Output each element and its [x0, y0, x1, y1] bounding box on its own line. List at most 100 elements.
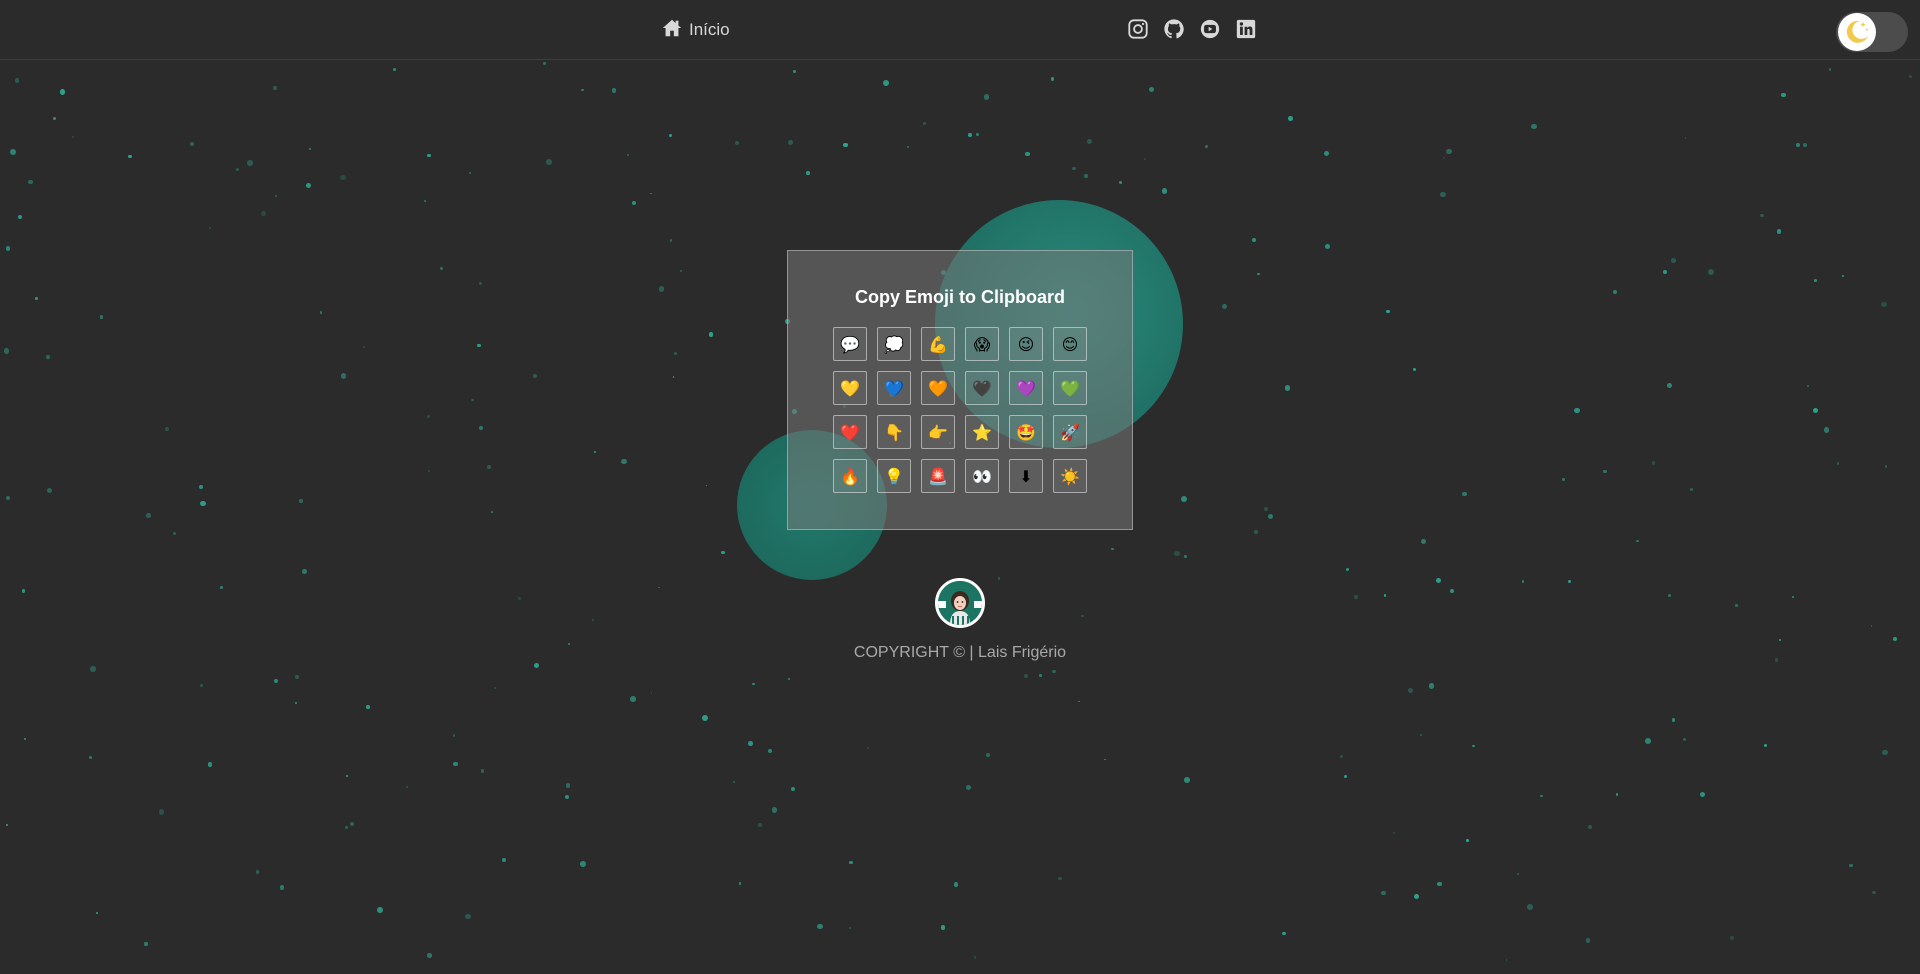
star-dot — [46, 487, 52, 493]
star-dot — [771, 807, 778, 813]
linkedin-link[interactable] — [1235, 18, 1257, 40]
star-dot — [1050, 77, 1055, 81]
github-link[interactable] — [1163, 18, 1185, 40]
star-dot — [59, 89, 65, 95]
star-dot — [1842, 274, 1845, 278]
star-dot — [299, 498, 303, 503]
star-dot — [200, 500, 207, 507]
card-title: Copy Emoji to Clipboard — [855, 287, 1065, 307]
emoji-button[interactable]: 😉 — [1009, 327, 1043, 361]
star-dot — [427, 953, 432, 958]
star-dot — [294, 674, 300, 680]
star-dot — [219, 586, 224, 590]
star-dot — [1119, 181, 1123, 185]
star-dot — [1763, 744, 1767, 748]
star-dot — [1024, 674, 1028, 678]
star-dot — [968, 133, 972, 137]
star-dot — [255, 870, 260, 875]
star-dot — [306, 182, 312, 188]
emoji-button[interactable]: 🚨 — [921, 459, 955, 493]
star-dot — [545, 159, 552, 166]
instagram-link[interactable] — [1127, 18, 1149, 40]
star-dot — [1343, 774, 1348, 779]
star-dot — [621, 458, 628, 465]
emoji-button[interactable]: 💡 — [877, 459, 911, 493]
star-dot — [405, 785, 408, 788]
star-dot — [320, 311, 323, 314]
star-dot — [1084, 174, 1089, 179]
emoji-button[interactable]: 👇 — [877, 415, 911, 449]
star-dot — [377, 907, 383, 913]
star-dot — [95, 911, 99, 915]
emoji-button[interactable]: 🔥 — [833, 459, 867, 493]
star-dot — [592, 619, 594, 621]
star-dot — [734, 140, 739, 146]
star-dot — [752, 682, 755, 686]
star-dot — [1645, 738, 1651, 745]
star-dot — [366, 704, 371, 709]
star-dot — [1025, 151, 1030, 157]
emoji-button[interactable]: 💚 — [1053, 371, 1087, 405]
star-dot — [1268, 514, 1274, 520]
star-dot — [209, 227, 212, 230]
star-dot — [1880, 301, 1887, 308]
emoji-button[interactable]: ⭐ — [965, 415, 999, 449]
star-dot — [207, 761, 213, 767]
star-dot — [1651, 461, 1656, 465]
star-dot — [3, 347, 10, 354]
star-dot — [52, 116, 56, 120]
toggle-knob — [1838, 13, 1876, 51]
emoji-button[interactable]: ❤️ — [833, 415, 867, 449]
star-dot — [732, 780, 736, 783]
youtube-link[interactable] — [1199, 18, 1221, 40]
star-dot — [1823, 427, 1830, 433]
star-dot — [1505, 959, 1508, 961]
emoji-button[interactable]: 💛 — [833, 371, 867, 405]
star-dot — [1325, 244, 1331, 250]
star-dot — [1143, 157, 1146, 160]
star-dot — [345, 775, 348, 778]
star-dot — [1539, 794, 1543, 798]
star-dot — [479, 281, 483, 285]
star-dot — [5, 823, 8, 826]
emoji-button[interactable]: 🤩 — [1009, 415, 1043, 449]
star-dot — [1077, 700, 1080, 703]
star-dot — [452, 734, 456, 738]
linkedin-icon — [1236, 19, 1256, 39]
moon-icon — [1846, 20, 1869, 43]
star-dot — [1111, 548, 1114, 551]
emoji-button[interactable]: 👀 — [965, 459, 999, 493]
emoji-button[interactable]: 💭 — [877, 327, 911, 361]
emoji-button[interactable]: 🖤 — [965, 371, 999, 405]
emoji-button[interactable]: 🧡 — [921, 371, 955, 405]
star-dot — [27, 179, 33, 185]
star-dot — [34, 296, 39, 300]
emoji-button[interactable]: ⬇ — [1009, 459, 1043, 493]
emoji-button[interactable]: 🚀 — [1053, 415, 1087, 449]
star-dot — [392, 68, 396, 72]
emoji-button[interactable]: 💜 — [1009, 371, 1043, 405]
star-dot — [1735, 604, 1739, 608]
star-dot — [787, 139, 794, 146]
star-dot — [274, 678, 279, 683]
star-dot — [144, 942, 148, 946]
star-dot — [308, 147, 311, 150]
emoji-button[interactable]: 👉 — [921, 415, 955, 449]
emoji-button[interactable]: 😊 — [1053, 327, 1087, 361]
emoji-button[interactable]: 😱 — [965, 327, 999, 361]
star-dot — [517, 596, 522, 601]
star-dot — [669, 134, 673, 138]
star-dot — [502, 858, 506, 863]
youtube-icon — [1200, 19, 1220, 39]
star-dot — [261, 210, 267, 216]
emoji-button[interactable]: 💬 — [833, 327, 867, 361]
emoji-button[interactable]: 💙 — [877, 371, 911, 405]
star-dot — [1730, 935, 1734, 940]
star-dot — [480, 769, 485, 773]
emoji-button[interactable]: 💪 — [921, 327, 955, 361]
theme-toggle[interactable] — [1836, 12, 1908, 52]
star-dot — [1340, 755, 1344, 759]
star-dot — [1263, 506, 1268, 511]
emoji-button[interactable]: ☀️ — [1053, 459, 1087, 493]
home-link[interactable]: Início — [661, 18, 730, 42]
